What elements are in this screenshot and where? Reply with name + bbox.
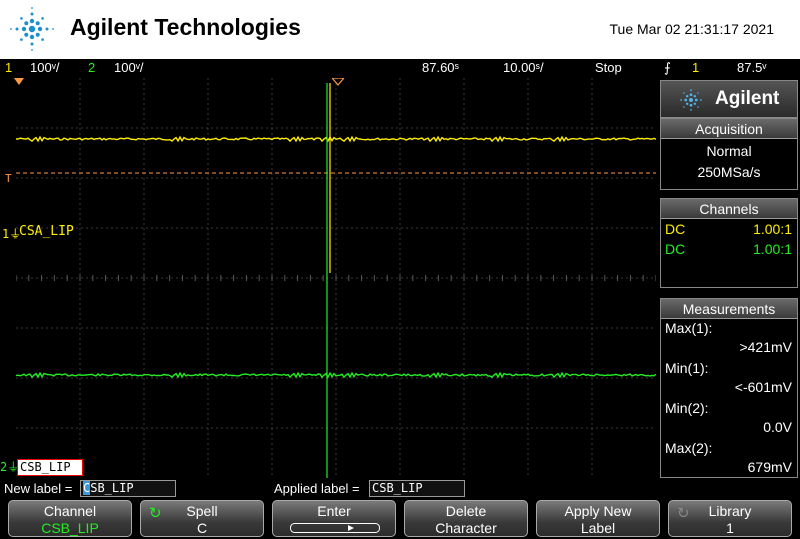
delay-marker <box>14 78 24 85</box>
ch1-info-row: DC 1.00:1 <box>661 219 797 239</box>
trigger-level[interactable]: 87.5ᵛ <box>737 60 766 75</box>
ch1-label: CSA_LIP <box>19 224 74 239</box>
softkey-title: Apply New <box>564 503 632 519</box>
measurement-name: Min(1): <box>665 360 709 376</box>
ch2-coupling: DC <box>665 241 686 257</box>
measurements-box[interactable]: Measurements Max(1): >421mV Min(1): <-60… <box>660 298 798 478</box>
agilent-badge: Agilent <box>660 80 798 118</box>
measurement-max-ch2: Max(2): 679mV <box>661 439 797 479</box>
agilent-wordmark: Agilent <box>715 88 780 109</box>
channels-box[interactable]: Channels DC 1.00:1 DC 1.00:1 <box>660 198 798 288</box>
measurement-name: Max(2): <box>665 440 713 456</box>
trigger-position-marker[interactable] <box>332 78 344 86</box>
sample-rate: 250MSa/s <box>697 164 761 180</box>
measurements-title: Measurements <box>661 299 797 319</box>
status-bar: 1 100ᵛ/ 2 100ᵛ/ 87.60ˢ 10.00ˢ/ Stop ⨍ 1 … <box>0 59 800 78</box>
ch2-info-row: DC 1.00:1 <box>661 239 797 259</box>
agilent-spark-icon <box>680 89 702 111</box>
ch2-label: CSB_LIP <box>17 459 83 476</box>
horizontal-delay[interactable]: 87.60ˢ <box>422 60 459 75</box>
trigger-level-marker[interactable]: T <box>5 172 12 185</box>
enter-arrow-icon <box>290 523 380 533</box>
acquisition-title: Acquisition <box>661 119 797 139</box>
side-panel: Agilent Acquisition Normal 250MSa/s Chan… <box>660 78 800 478</box>
new-label-caption: New label = <box>4 481 73 496</box>
spell-softkey[interactable]: ↻ Spell C <box>140 500 264 537</box>
ch1-number[interactable]: 1 <box>5 60 12 75</box>
softkey-title: Spell <box>186 503 218 519</box>
new-label-text: SB_LIP <box>90 481 134 495</box>
measurement-value: 679mV <box>747 459 792 475</box>
enter-softkey[interactable]: Enter <box>272 500 396 537</box>
ch1-probe-ratio: 1.00:1 <box>753 221 792 237</box>
run-state[interactable]: Stop <box>595 60 622 75</box>
applied-label-field: CSB_LIP <box>369 480 465 497</box>
ch2-number[interactable]: 2 <box>88 60 95 75</box>
ch1-coupling: DC <box>665 221 686 237</box>
timebase-scale[interactable]: 10.00ˢ/ <box>503 60 544 75</box>
softkey-subtitle: Character <box>435 520 497 536</box>
measurement-name: Min(2): <box>665 400 709 416</box>
waveform-display[interactable] <box>16 78 656 478</box>
ch2-scale[interactable]: 100ᵛ/ <box>114 60 143 75</box>
softkey-value: C <box>196 520 208 536</box>
label-edit-bar: New label = CSB_LIP Applied label = CSB_… <box>0 478 800 498</box>
measurement-value: <-601mV <box>734 379 792 395</box>
delete-character-softkey[interactable]: Delete Character <box>404 500 528 537</box>
trigger-source[interactable]: 1 <box>692 60 699 75</box>
measurement-value: >421mV <box>739 339 792 355</box>
apply-new-label-softkey[interactable]: Apply New Label <box>536 500 660 537</box>
header-bar: Agilent Technologies Tue Mar 02 21:31:17… <box>0 0 800 59</box>
softkey-subtitle: Label <box>580 520 616 536</box>
acquisition-mode: Normal <box>706 143 752 159</box>
new-label-field[interactable]: CSB_LIP <box>80 480 176 497</box>
measurement-max-ch1: Max(1): >421mV <box>661 319 797 359</box>
trigger-edge-icon[interactable]: ⨍ <box>664 60 671 76</box>
agilent-spark-icon <box>10 7 54 51</box>
softkey-value: 1 <box>726 520 734 536</box>
date-time: Tue Mar 02 21:31:17 2021 <box>609 21 775 37</box>
waveform-graticule <box>16 78 656 478</box>
measurement-value: 0.0V <box>763 419 792 435</box>
acquisition-box[interactable]: Acquisition Normal 250MSa/s <box>660 118 798 190</box>
softkey-title: Delete <box>445 503 487 519</box>
ch1-trace <box>16 135 656 143</box>
channel-softkey[interactable]: Channel CSB_LIP <box>8 500 132 537</box>
channels-title: Channels <box>661 199 797 219</box>
ch1-scale[interactable]: 100ᵛ/ <box>30 60 59 75</box>
measurement-min-ch1: Min(1): <-601mV <box>661 359 797 399</box>
ch2-probe-ratio: 1.00:1 <box>753 241 792 257</box>
measurement-name: Max(1): <box>665 320 713 336</box>
library-softkey[interactable]: ↻ Library 1 <box>668 500 792 537</box>
applied-label-caption: Applied label = <box>274 481 360 496</box>
softkey-title: Library <box>708 503 752 519</box>
softkey-value: CSB_LIP <box>41 520 99 536</box>
softkey-title: Enter <box>317 503 351 519</box>
softkey-bar: Channel CSB_LIP ↻ Spell C Enter Delete C… <box>0 498 800 539</box>
measurement-min-ch2: Min(2): 0.0V <box>661 399 797 439</box>
brand-name: Agilent Technologies <box>70 14 301 40</box>
softkey-title: Channel <box>43 503 97 519</box>
